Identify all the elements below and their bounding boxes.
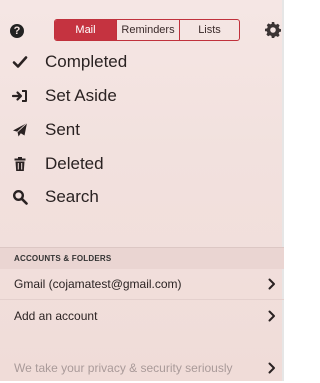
section-title: ACCOUNTS & FOLDERS	[14, 254, 112, 263]
privacy-label: We take your privacy & security seriousl…	[14, 361, 233, 375]
folder-item-deleted[interactable]: Deleted	[0, 148, 284, 180]
add-account-row[interactable]: Add an account	[0, 301, 284, 331]
chevron-right-icon	[268, 310, 275, 322]
add-account-label: Add an account	[14, 309, 98, 323]
folder-item-search[interactable]: Search	[0, 181, 284, 213]
account-row-gmail[interactable]: Gmail (cojamatest@gmail.com)	[0, 269, 284, 299]
help-icon[interactable]: ?	[10, 24, 24, 38]
folder-item-sent[interactable]: Sent	[0, 114, 284, 146]
folder-label: Set Aside	[45, 86, 117, 105]
mode-segmented-control: Mail Reminders Lists	[54, 19, 240, 41]
chevron-right-icon	[268, 278, 275, 290]
set-aside-icon	[12, 90, 27, 102]
chevron-right-icon	[268, 362, 275, 374]
search-icon	[12, 189, 28, 205]
paper-plane-icon	[13, 122, 28, 137]
tab-reminders[interactable]: Reminders	[116, 20, 179, 40]
folder-item-completed[interactable]: Completed	[0, 46, 284, 78]
check-icon	[12, 56, 28, 68]
folder-label: Sent	[45, 120, 80, 139]
folder-label: Deleted	[45, 154, 104, 173]
tab-mail[interactable]: Mail	[55, 20, 116, 40]
accounts-section-header: ACCOUNTS & FOLDERS	[0, 247, 284, 269]
trash-icon	[14, 157, 26, 171]
row-divider	[0, 299, 284, 300]
folder-label: Search	[45, 187, 99, 206]
header-bar: ? Mail Reminders Lists	[0, 0, 284, 50]
folder-item-set-aside[interactable]: Set Aside	[0, 80, 284, 112]
privacy-row[interactable]: We take your privacy & security seriousl…	[0, 353, 284, 383]
tab-lists[interactable]: Lists	[179, 20, 239, 40]
account-label: Gmail (cojamatest@gmail.com)	[14, 277, 182, 291]
sidebar-panel: ? Mail Reminders Lists Completed Set Asi…	[0, 0, 284, 381]
gear-icon[interactable]	[265, 22, 281, 38]
folder-label: Completed	[45, 52, 128, 71]
